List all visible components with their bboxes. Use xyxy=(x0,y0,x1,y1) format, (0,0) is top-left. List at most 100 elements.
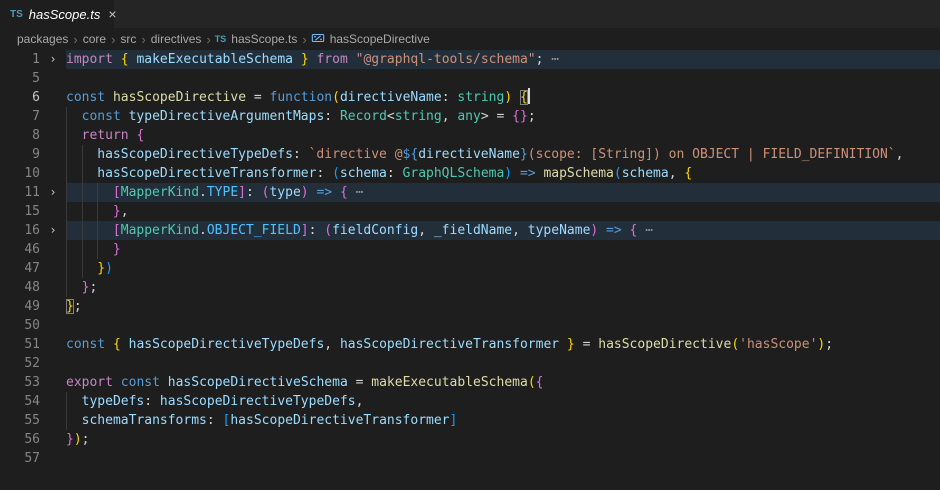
indent-guide xyxy=(82,240,98,259)
typescript-icon: TS xyxy=(10,9,23,20)
code-token: ] xyxy=(301,223,309,238)
chevron-right-icon: › xyxy=(111,32,115,47)
code-token: ( xyxy=(332,166,340,181)
code-token: => xyxy=(598,223,629,238)
code-token: const xyxy=(82,109,129,124)
fold-gutter xyxy=(40,107,66,126)
line-number: 5 xyxy=(0,69,40,88)
code-token: ; xyxy=(825,337,833,352)
code-token: [ xyxy=(113,185,121,200)
code-token: ; xyxy=(528,109,536,124)
code-line: 7const typeDirectiveArgumentMaps: Record… xyxy=(0,107,940,126)
code-token: import xyxy=(66,52,121,67)
code-line: 51const { hasScopeDirectiveTypeDefs, has… xyxy=(0,335,940,354)
indent-guide xyxy=(66,145,82,164)
breadcrumb: packages › core › src › directives › TS … xyxy=(0,28,940,50)
code-token: hasScopeDirectiveTransformer xyxy=(97,166,316,181)
code-line: 57 xyxy=(0,449,940,468)
code-line: 8return { xyxy=(0,126,940,145)
code-token: ) xyxy=(301,185,309,200)
fold-gutter xyxy=(40,354,66,373)
code-token: => xyxy=(309,185,340,200)
code-token: = xyxy=(246,90,269,105)
code-token: string xyxy=(457,90,504,105)
code-line-text: }; xyxy=(66,278,940,297)
fold-chevron-icon[interactable]: › xyxy=(40,221,66,240)
line-number: 1 xyxy=(0,50,40,69)
indent-guide xyxy=(66,411,82,430)
code-token: } xyxy=(113,204,121,219)
breadcrumb-item-core[interactable]: core xyxy=(82,32,107,46)
indent-guide xyxy=(66,392,82,411)
code-token: (scope: [String]) on OBJECT | FIELD_DEFI… xyxy=(528,147,896,162)
close-icon[interactable]: × xyxy=(108,7,116,21)
code-token: MapperKind xyxy=(121,223,199,238)
indent-guide xyxy=(66,240,82,259)
breadcrumb-item-packages[interactable]: packages xyxy=(16,32,69,46)
code-line-text: }; xyxy=(66,297,940,316)
indent-guide xyxy=(66,164,82,183)
code-token: , xyxy=(442,109,458,124)
code-token: ( xyxy=(332,90,340,105)
code-token: : xyxy=(293,147,309,162)
typescript-icon: TS xyxy=(215,34,227,44)
breadcrumb-item-directives[interactable]: directives xyxy=(150,32,203,46)
code-token: makeExecutableSchema xyxy=(371,375,528,390)
code-line: 6const hasScopeDirective = function(dire… xyxy=(0,88,940,107)
indent-guide xyxy=(66,107,82,126)
code-token: 'hasScope' xyxy=(739,337,817,352)
code-token: : xyxy=(246,185,262,200)
fold-chevron-icon[interactable]: › xyxy=(40,183,66,202)
code-token: [ xyxy=(113,223,121,238)
editor[interactable]: 1›import { makeExecutableSchema } from "… xyxy=(0,50,940,468)
chevron-right-icon: › xyxy=(302,32,306,47)
code-token: ⋯ xyxy=(348,185,364,200)
tab-hasscope-ts[interactable]: TS hasScope.ts × xyxy=(0,0,114,28)
chevron-right-icon: › xyxy=(73,32,77,47)
code-line-text xyxy=(66,316,940,335)
code-token: } xyxy=(113,242,121,257)
line-number: 53 xyxy=(0,373,40,392)
code-line: 49}; xyxy=(0,297,940,316)
fold-gutter xyxy=(40,316,66,335)
breadcrumb-item-file[interactable]: hasScope.ts xyxy=(230,32,298,46)
code-token: : xyxy=(324,109,340,124)
indent-guide xyxy=(66,183,82,202)
fold-gutter xyxy=(40,392,66,411)
code-line-text: export const hasScopeDirectiveSchema = m… xyxy=(66,373,940,392)
code-token: , xyxy=(669,166,685,181)
code-token: hasScopeDirectiveTypeDefs xyxy=(129,337,325,352)
fold-gutter xyxy=(40,88,66,107)
code-area: 1›import { makeExecutableSchema } from "… xyxy=(0,50,940,468)
fold-chevron-icon[interactable]: › xyxy=(40,50,66,69)
code-token: string xyxy=(395,109,442,124)
indent-guide xyxy=(97,183,113,202)
code-token: ( xyxy=(731,337,739,352)
code-token: any xyxy=(457,109,480,124)
code-token: hasScopeDirectiveTypeDefs xyxy=(97,147,293,162)
code-token: { xyxy=(520,90,528,105)
code-token: { xyxy=(113,337,129,352)
code-token: ⋯ xyxy=(543,52,559,67)
breadcrumb-item-src[interactable]: src xyxy=(119,32,137,46)
code-line-text: const { hasScopeDirectiveTypeDefs, hasSc… xyxy=(66,335,940,354)
code-token: ; xyxy=(82,432,90,447)
code-token: "@graphql-tools/schema" xyxy=(356,52,536,67)
code-token: : xyxy=(309,223,325,238)
code-line-text: const typeDirectiveArgumentMaps: Record<… xyxy=(66,107,940,126)
line-number: 50 xyxy=(0,316,40,335)
code-token: hasScopeDirectiveSchema xyxy=(168,375,348,390)
code-line-text: hasScopeDirectiveTransformer: (schema: G… xyxy=(66,164,940,183)
breadcrumb-item-symbol[interactable]: hasScopeDirective xyxy=(329,32,431,46)
code-token: ) xyxy=(504,90,512,105)
line-number: 56 xyxy=(0,430,40,449)
code-token: from xyxy=(309,52,356,67)
code-token: : xyxy=(387,166,403,181)
code-line-text: return { xyxy=(66,126,940,145)
code-line-text: typeDefs: hasScopeDirectiveTypeDefs, xyxy=(66,392,940,411)
fold-gutter xyxy=(40,278,66,297)
code-token: ] xyxy=(238,185,246,200)
code-token: hasScopeDirective xyxy=(598,337,731,352)
code-token: } xyxy=(66,432,74,447)
code-line-text xyxy=(66,449,940,468)
